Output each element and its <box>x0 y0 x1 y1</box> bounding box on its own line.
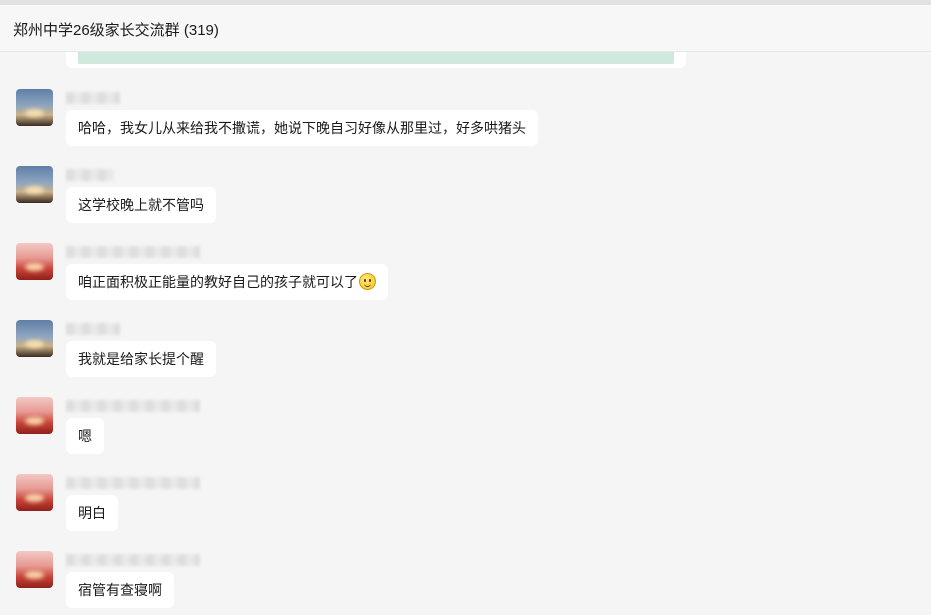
message-text: 明白 <box>78 505 106 521</box>
message-bubble[interactable]: 咱正面积极正能量的教好自己的孩子就可以了 <box>66 264 388 300</box>
message-text: 嗯 <box>78 428 92 444</box>
avatar[interactable] <box>16 551 53 588</box>
avatar[interactable] <box>16 320 53 357</box>
message-text: 我就是给家长提个醒 <box>78 351 204 367</box>
message-bubble[interactable]: 嗯 <box>66 418 104 454</box>
message-text: 哈哈，我女儿从来给我不撒谎，她说下晚自习好像从那里过，好多哄猪头 <box>78 120 526 136</box>
message-item: 宿管有查寝啊 <box>0 551 931 615</box>
sender-name-blurred <box>66 554 200 566</box>
chat-header: 郑州中学26级家长交流群 (319) <box>0 5 931 52</box>
partial-message-bubble <box>66 52 686 68</box>
avatar[interactable] <box>16 474 53 511</box>
message-list[interactable]: 哈哈，我女儿从来给我不撒谎，她说下晚自习好像从那里过，好多哄猪头 这学校晚上就不… <box>0 52 931 615</box>
highlighted-text <box>78 52 674 64</box>
message-text: 宿管有查寝啊 <box>78 582 162 598</box>
message-item: 这学校晚上就不管吗 <box>0 166 931 238</box>
message-item: 明白 <box>0 474 931 546</box>
message-item: 嗯 <box>0 397 931 469</box>
message-bubble[interactable]: 宿管有查寝啊 <box>66 572 174 608</box>
message-item: 哈哈，我女儿从来给我不撒谎，她说下晚自习好像从那里过，好多哄猪头 <box>0 89 931 161</box>
sender-name-blurred <box>66 477 200 489</box>
sender-name-blurred <box>66 400 200 412</box>
message-bubble[interactable]: 明白 <box>66 495 118 531</box>
avatar[interactable] <box>16 166 53 203</box>
avatar[interactable] <box>16 89 53 126</box>
sender-name-blurred <box>66 246 200 258</box>
message-text: 这学校晚上就不管吗 <box>78 197 204 213</box>
sender-name-blurred <box>66 323 120 335</box>
message-item: 我就是给家长提个醒 <box>0 320 931 392</box>
avatar[interactable] <box>16 243 53 280</box>
message-bubble[interactable]: 哈哈，我女儿从来给我不撒谎，她说下晚自习好像从那里过，好多哄猪头 <box>66 110 538 146</box>
sender-name-blurred <box>66 92 120 104</box>
smile-emoji-icon <box>359 273 376 290</box>
message-text: 咱正面积极正能量的教好自己的孩子就可以了 <box>78 274 358 290</box>
avatar[interactable] <box>16 397 53 434</box>
message-item: 咱正面积极正能量的教好自己的孩子就可以了 <box>0 243 931 315</box>
message-bubble[interactable]: 这学校晚上就不管吗 <box>66 187 216 223</box>
message-bubble[interactable]: 我就是给家长提个醒 <box>66 341 216 377</box>
sender-name-blurred <box>66 169 114 181</box>
group-title: 郑州中学26级家长交流群 (319) <box>13 22 219 39</box>
